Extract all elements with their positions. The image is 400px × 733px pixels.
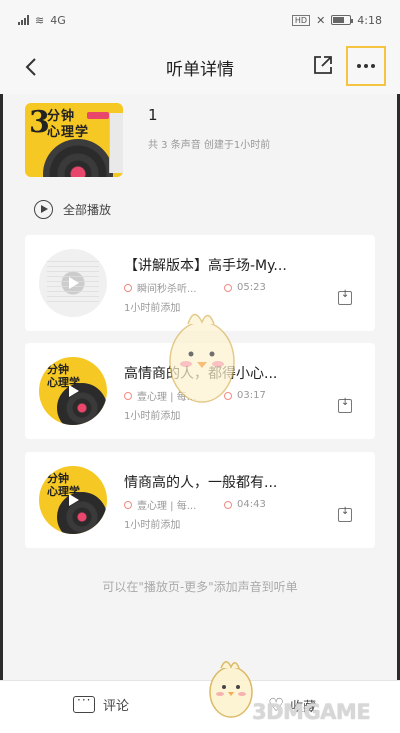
track-added: 1小时前添加 [124,520,181,531]
comment-label: 评论 [103,699,130,714]
track-duration: 05:23 [237,282,266,293]
track-duration: 04:43 [237,499,266,510]
status-bar: ≋ 4G HD ✕ 4:18 [0,0,400,40]
play-circle-icon [34,200,53,219]
back-button[interactable] [18,54,44,80]
play-icon[interactable] [65,492,81,508]
track-thumbnail[interactable] [39,249,107,317]
track-title: 【讲解版本】高手场-My... [124,258,287,274]
battery-icon [331,15,354,25]
wifi-icon: ≋ [35,13,45,27]
clock-icon [224,500,232,509]
author-icon [124,283,132,292]
hd-icon: HD [291,14,311,26]
mute-icon: ✕ [316,13,326,27]
track-duration: 03:17 [237,390,266,401]
hint-text: 可以在"播放页-更多"添加声音到听单 [102,580,298,594]
play-all-button[interactable]: 全部播放 [34,200,111,219]
track-author: 壹心理 | 每... [137,501,197,512]
playlist-cover: 3 分钟 心理学 [25,103,123,177]
vinyl-record [43,139,113,177]
track-thumbnail[interactable]: 分钟 心理学 [39,466,107,534]
track-thumbnail[interactable]: 分钟 心理学 [39,357,107,425]
download-icon[interactable] [338,289,352,305]
cover-stack [109,113,123,173]
play-icon[interactable] [65,275,81,291]
author-icon [124,391,132,400]
mascot-watermark [169,313,235,403]
playlist-name: 1 [148,106,158,124]
comment-icon [73,693,95,713]
mascot-logo [209,661,253,718]
download-icon[interactable] [338,506,352,522]
status-time: 4:18 [357,13,382,27]
clock-icon [224,283,232,292]
signal-icon [18,15,29,25]
track-title: 情商高的人，一般都有... [124,475,278,491]
play-all-label: 全部播放 [63,203,112,217]
track-added: 1小时前添加 [124,411,181,422]
chevron-left-icon [25,58,36,76]
playlist-meta: 共 3 条声音 创建于1小时前 [148,140,271,151]
track-card[interactable]: 分钟 心理学 情商高的人，一般都有... 壹心理 | 每... 04:43 1小时… [25,452,375,548]
cover-text-line1: 分钟 [47,109,76,124]
comment-button[interactable]: 评论 [73,693,130,714]
share-button[interactable] [312,54,338,80]
page-title: 听单详情 [166,59,234,80]
author-icon [124,500,132,509]
header: 听单详情 [0,40,400,94]
share-icon [314,56,332,74]
watermark-logo: 3DMGAME [252,700,371,724]
more-icon [357,64,361,68]
more-button[interactable] [346,46,386,86]
play-icon[interactable] [65,383,81,399]
download-icon[interactable] [338,397,352,413]
track-author: 瞬间秒杀听... [137,284,197,295]
cover-tag [87,112,109,119]
network-label: 4G [50,13,66,27]
